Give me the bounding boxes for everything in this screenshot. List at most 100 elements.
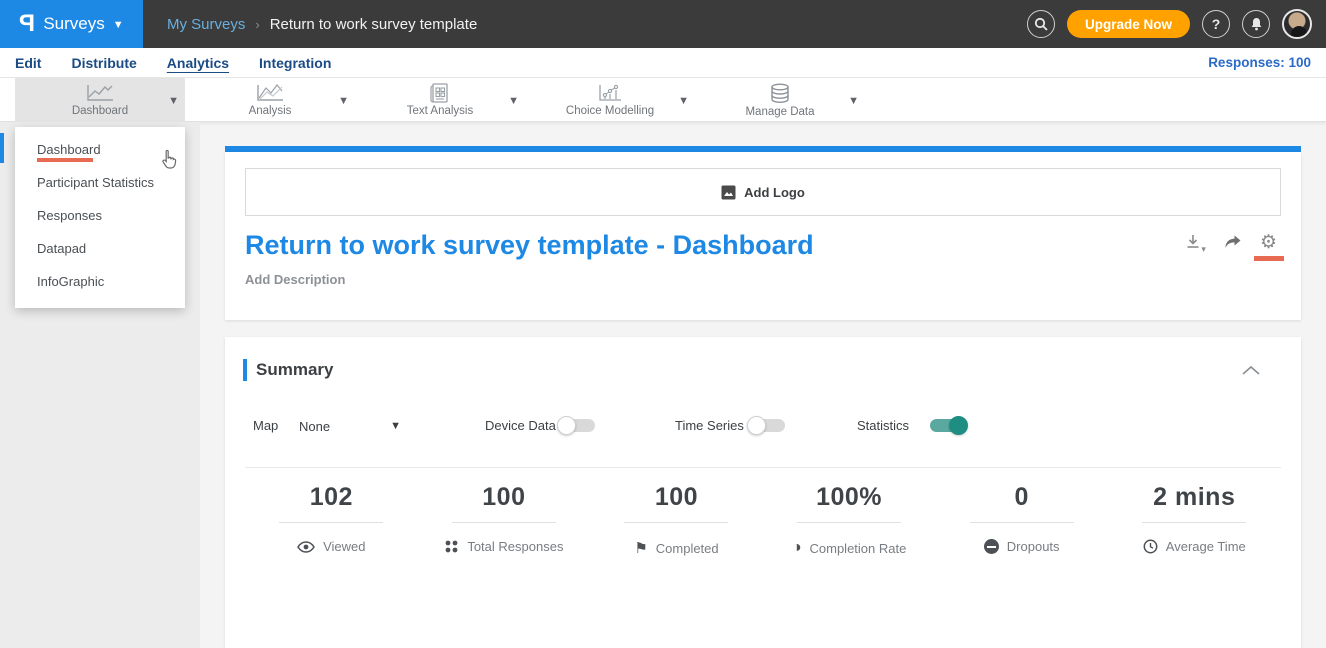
- stat-value: 102: [310, 483, 353, 512]
- menu-item-label: Responses: [37, 208, 102, 223]
- survey-header-card: Add Logo Return to work survey template …: [225, 152, 1301, 320]
- chevron-down-icon: ▼: [390, 420, 401, 432]
- toolbar-manage-data[interactable]: Manage Data ▼: [695, 78, 865, 122]
- statistics-toggle[interactable]: [930, 419, 966, 432]
- share-button[interactable]: [1224, 234, 1242, 255]
- add-logo-dropzone[interactable]: Add Logo: [245, 168, 1281, 216]
- search-icon: [1034, 17, 1048, 31]
- stat-value: 100%: [816, 483, 882, 512]
- chevron-down-icon[interactable]: ▼: [848, 95, 859, 107]
- stat-rule: [1142, 522, 1246, 523]
- stat-rule: [279, 522, 383, 523]
- flag-icon: ⚑: [634, 539, 647, 557]
- device-data-label: Device Data: [485, 418, 556, 433]
- map-select[interactable]: None ▼: [295, 412, 405, 440]
- device-data-toggle[interactable]: [559, 419, 595, 432]
- summary-divider: [245, 467, 1281, 468]
- search-button[interactable]: [1027, 10, 1055, 38]
- toolbar-item-label: Dashboard: [72, 105, 128, 117]
- toolbar-analysis[interactable]: Analysis ▼: [185, 78, 355, 122]
- download-icon: [1185, 234, 1201, 250]
- question-mark-icon: ?: [1212, 16, 1221, 32]
- tab-distribute[interactable]: Distribute: [71, 55, 136, 71]
- toolbar-item-label: Text Analysis: [407, 105, 473, 117]
- stat-value: 100: [482, 483, 525, 512]
- chevron-down-icon: ▾: [1201, 244, 1206, 254]
- notifications-button[interactable]: [1242, 10, 1270, 38]
- download-button[interactable]: ▾: [1185, 234, 1206, 255]
- stat-label: Average Time: [1166, 539, 1246, 554]
- contrast-icon: ◑: [792, 539, 802, 557]
- stat-value: 100: [655, 483, 698, 512]
- app-header: P Surveys ▼ My Surveys › Return to work …: [0, 0, 1326, 48]
- toolbar-text-analysis[interactable]: Text Analysis ▼: [355, 78, 525, 122]
- map-label: Map: [253, 418, 278, 433]
- tab-integration[interactable]: Integration: [259, 55, 331, 71]
- menu-item-infographic[interactable]: InfoGraphic: [15, 265, 185, 298]
- toggle-knob: [949, 416, 968, 435]
- page-title[interactable]: Return to work survey template - Dashboa…: [245, 230, 814, 261]
- sidebar-active-indicator: [0, 133, 4, 163]
- text-doc-icon: [429, 83, 451, 103]
- chevron-down-icon: ▼: [113, 19, 124, 31]
- upgrade-now-button[interactable]: Upgrade Now: [1067, 10, 1190, 38]
- stat-total-responses: 100 Total Responses: [418, 483, 591, 557]
- stat-label: Total Responses: [467, 539, 563, 554]
- menu-item-responses[interactable]: Responses: [15, 199, 185, 232]
- stat-rule: [452, 522, 556, 523]
- toolbar-item-label: Manage Data: [745, 106, 814, 118]
- stat-label: Completed: [656, 541, 719, 556]
- time-series-toggle[interactable]: [749, 419, 785, 432]
- statistics-label: Statistics: [857, 418, 909, 433]
- tab-analytics[interactable]: Analytics: [167, 55, 229, 71]
- analysis-chart-icon: [255, 83, 285, 103]
- stat-label: Viewed: [323, 539, 365, 554]
- menu-item-datapad[interactable]: Datapad: [15, 232, 185, 265]
- time-series-label: Time Series: [675, 418, 744, 433]
- toolbar-dashboard[interactable]: Dashboard ▼: [15, 78, 185, 122]
- stat-label: Dropouts: [1007, 539, 1060, 554]
- stat-average-time: 2 mins Average Time: [1108, 483, 1281, 557]
- questionpro-logo-icon: P: [19, 10, 35, 38]
- share-icon: [1224, 234, 1242, 250]
- settings-active-underline: [1254, 256, 1284, 261]
- menu-item-label: Dashboard: [37, 142, 101, 157]
- breadcrumb: My Surveys › Return to work survey templ…: [167, 16, 477, 33]
- menu-item-participant-statistics[interactable]: Participant Statistics: [15, 166, 185, 199]
- chevron-down-icon[interactable]: ▼: [168, 95, 179, 107]
- chevron-down-icon[interactable]: ▼: [508, 95, 519, 107]
- chevron-down-icon[interactable]: ▼: [678, 95, 689, 107]
- add-logo-label: Add Logo: [744, 185, 805, 200]
- dashboard-dropdown-menu: Dashboard Participant Statistics Respons…: [15, 127, 185, 308]
- stat-value: 0: [1014, 483, 1028, 512]
- toolbar-choice-modelling[interactable]: Choice Modelling ▼: [525, 78, 695, 122]
- bell-icon: [1250, 17, 1263, 31]
- summary-card: Summary Map None ▼ Device Data Time Seri…: [225, 337, 1301, 648]
- breadcrumb-my-surveys[interactable]: My Surveys: [167, 16, 245, 33]
- stat-value: 2 mins: [1153, 483, 1235, 512]
- surveys-product-menu[interactable]: P Surveys ▼: [0, 0, 143, 48]
- line-chart-icon: [85, 83, 115, 103]
- chevron-down-icon[interactable]: ▼: [338, 95, 349, 107]
- menu-item-label: Datapad: [37, 241, 86, 256]
- add-description-field[interactable]: Add Description: [245, 272, 345, 287]
- statistics-row: 102 Viewed 100 Total Responses 100: [245, 483, 1281, 557]
- responses-count: Responses: 100: [1208, 55, 1311, 70]
- gear-icon: ⚙: [1260, 232, 1277, 253]
- stat-completed: 100 ⚑ Completed: [590, 483, 763, 557]
- breadcrumb-separator-icon: ›: [255, 17, 259, 32]
- stat-rule: [970, 522, 1074, 523]
- help-button[interactable]: ?: [1202, 10, 1230, 38]
- collapse-chevron-icon[interactable]: [1241, 365, 1261, 376]
- stat-viewed: 102 Viewed: [245, 483, 418, 557]
- breadcrumb-current-survey: Return to work survey template: [270, 16, 478, 33]
- product-label: Surveys: [43, 14, 104, 34]
- tab-edit[interactable]: Edit: [15, 55, 41, 71]
- section-accent-bar: [243, 359, 247, 381]
- active-item-underline: [37, 158, 93, 162]
- settings-button[interactable]: ⚙: [1260, 234, 1277, 253]
- toolbar-item-label: Choice Modelling: [566, 105, 654, 117]
- scatter-chart-icon: [597, 83, 623, 103]
- user-avatar[interactable]: [1282, 9, 1312, 39]
- toggle-knob: [747, 416, 766, 435]
